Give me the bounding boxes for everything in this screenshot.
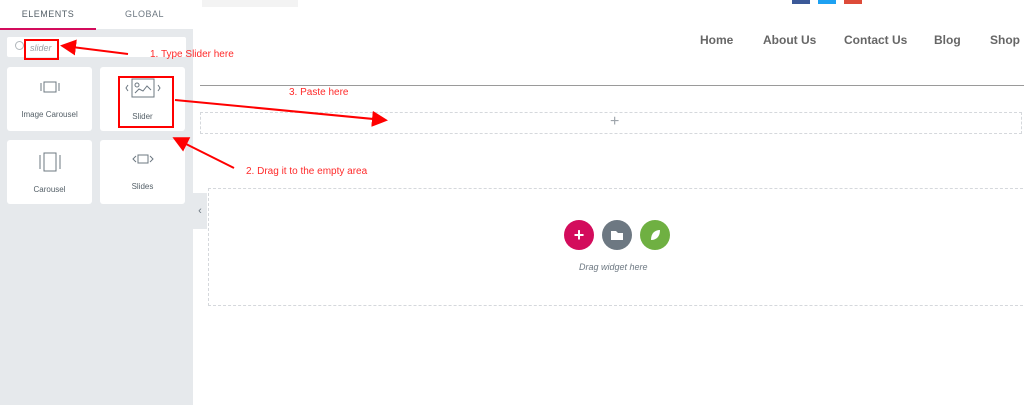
annotation-step-2: 2. Drag it to the empty area bbox=[246, 166, 368, 177]
annotation-step-1: 1. Type Slider here bbox=[150, 49, 234, 60]
annotation-arrows bbox=[60, 39, 388, 169]
annotation-step-3: 3. Paste here bbox=[289, 87, 349, 98]
